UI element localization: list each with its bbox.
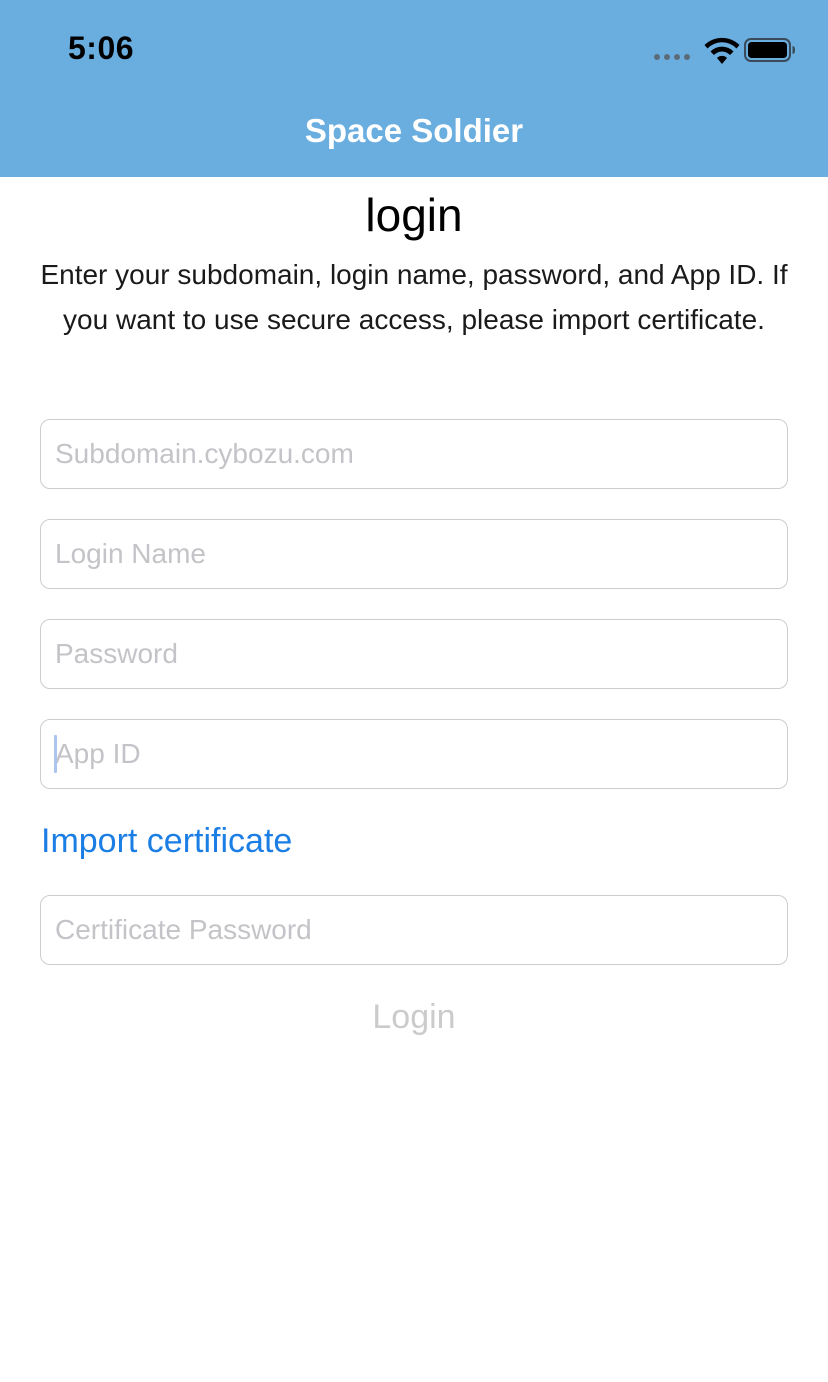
app-id-input[interactable] bbox=[41, 720, 787, 788]
battery-icon bbox=[744, 38, 795, 62]
instructions-text: Enter your subdomain, login name, passwo… bbox=[40, 259, 788, 335]
status-time: 5:06 bbox=[68, 30, 135, 66]
subdomain-field[interactable] bbox=[40, 419, 788, 489]
login-name-field[interactable] bbox=[40, 519, 788, 589]
certificate-password-input[interactable] bbox=[41, 896, 787, 964]
page-title: login bbox=[365, 189, 463, 241]
cellular-signal-icon bbox=[654, 54, 694, 62]
login-name-input[interactable] bbox=[41, 520, 787, 588]
password-field[interactable] bbox=[40, 619, 788, 689]
navigation-bar: 5:06 Space Soldier bbox=[0, 0, 828, 177]
nav-title: Space Soldier bbox=[304, 112, 524, 149]
certificate-password-field[interactable] bbox=[40, 895, 788, 965]
login-button[interactable]: Login bbox=[0, 998, 828, 1037]
import-certificate-link[interactable]: Import certificate bbox=[41, 822, 292, 861]
text-cursor bbox=[54, 735, 57, 773]
wifi-icon bbox=[704, 37, 740, 64]
login-screen: 5:06 Space Soldier login Enter your subd… bbox=[0, 0, 828, 1382]
subdomain-input[interactable] bbox=[41, 420, 787, 488]
app-id-field[interactable] bbox=[40, 719, 788, 789]
password-input[interactable] bbox=[41, 620, 787, 688]
